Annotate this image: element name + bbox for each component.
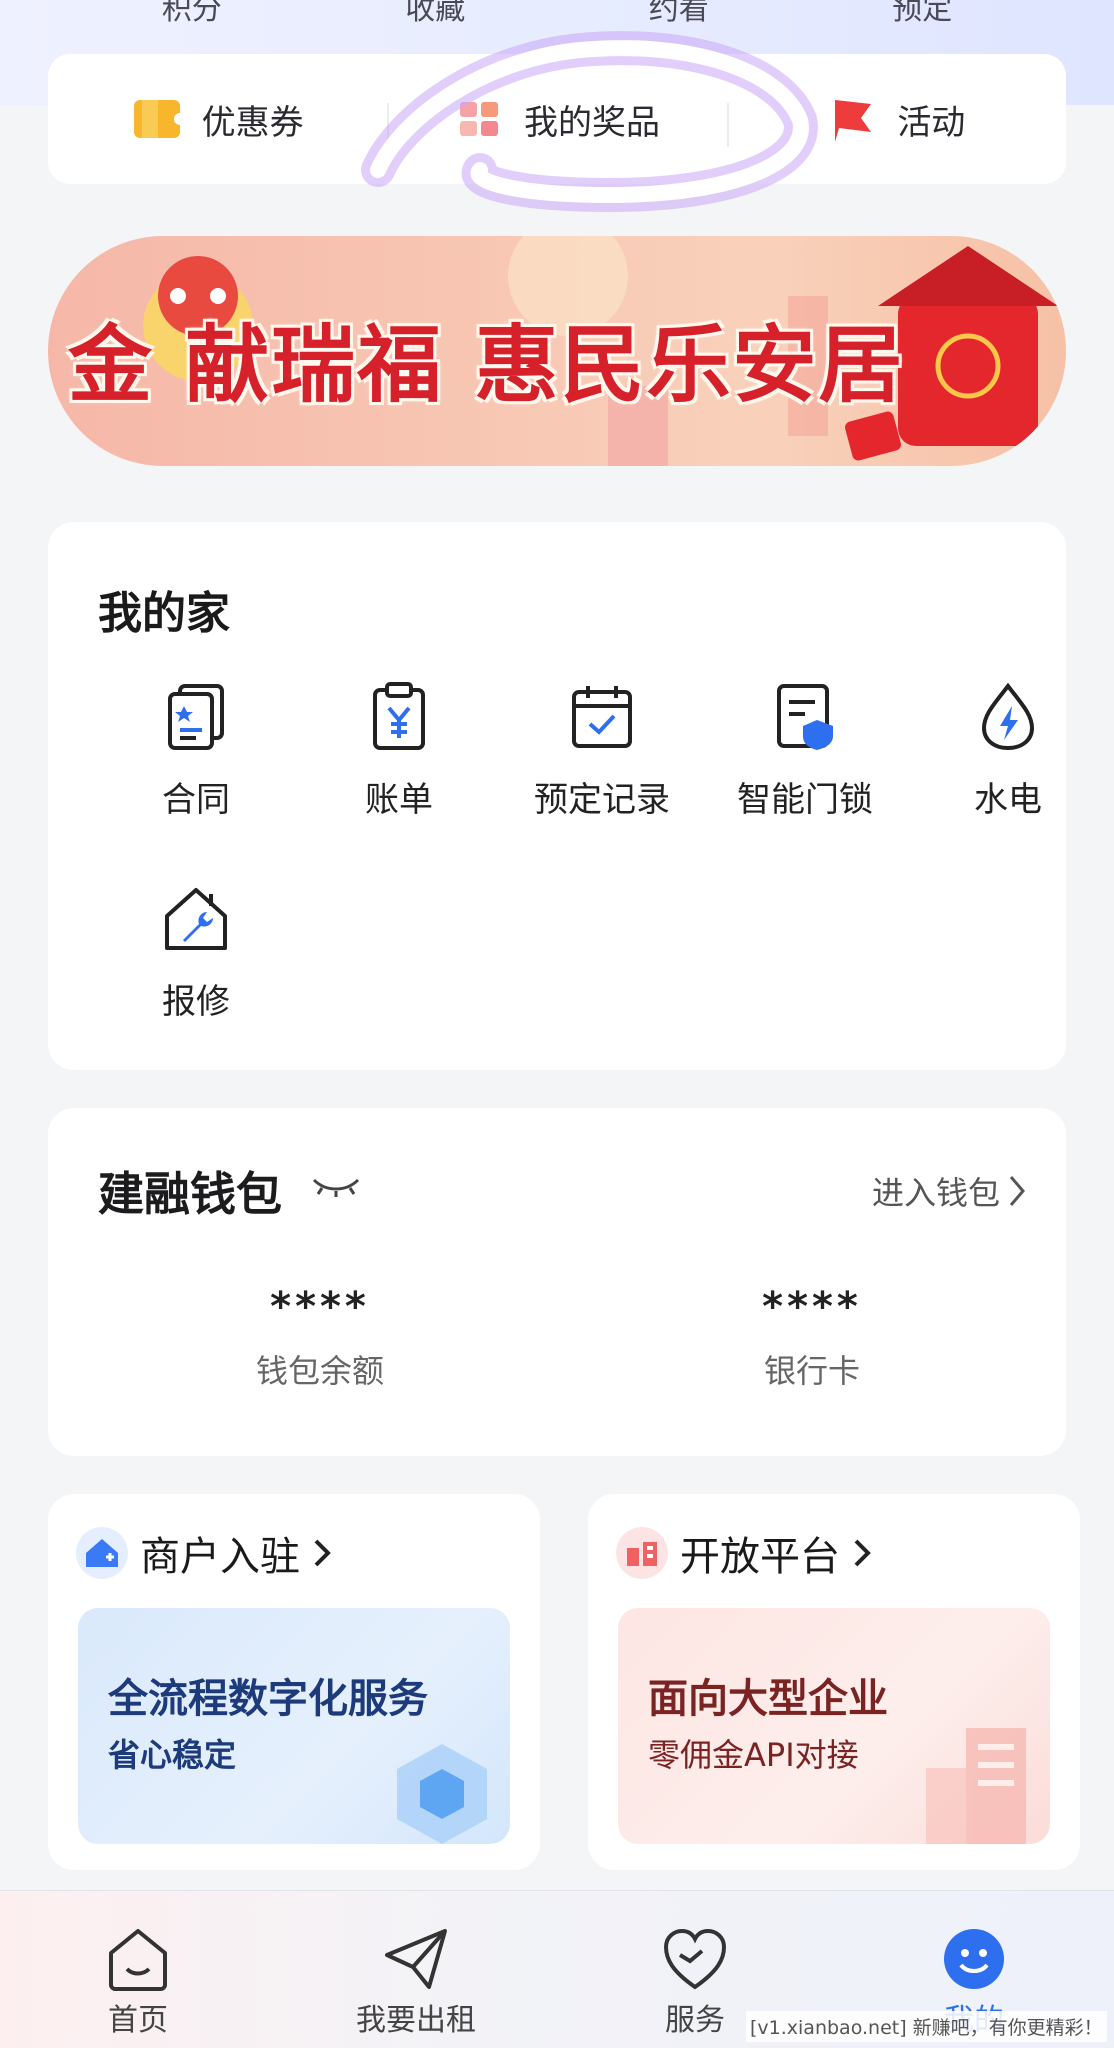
eye-closed-icon[interactable] [310,1174,362,1198]
open-platform-promo-main: 面向大型企业 [648,1676,888,1722]
repair-label: 报修 [162,982,230,1022]
tab-rent-out[interactable]: 我要出租 [316,1927,516,2039]
activity-button[interactable]: 活动 [726,95,1066,147]
contract-button[interactable]: 合同 [106,682,286,821]
open-platform-promo-panel[interactable]: 面向大型企业 零佣金API对接 [618,1608,1050,1844]
bill-icon [373,682,425,750]
wallet-balance-value: **** [270,1284,370,1330]
coupon-label: 优惠券 [201,102,304,143]
merchant-onboarding-title: 商户入驻 [140,1534,300,1580]
utility-button[interactable]: 水电 [918,682,1098,821]
merchant-onboarding-card[interactable]: 商户入驻 全流程数字化服务 省心稳定 [48,1494,540,1870]
smart-lock-label: 智能门锁 [737,780,873,820]
office-building-icon [926,1728,1026,1844]
tab-rent-out-label: 我要出租 [356,2003,476,2038]
coupon-icon [133,100,182,138]
tab-services-label: 服务 [665,2003,725,2038]
merchant-promo-main: 全流程数字化服务 [108,1676,428,1722]
wallet-card: 建融钱包 进入钱包 **** 钱包余额 **** 银行卡 [48,1108,1066,1456]
calendar-icon [572,686,632,748]
merchant-promo-sub: 省心稳定 [108,1736,237,1774]
open-platform-card[interactable]: 开放平台 面向大型企业 零佣金API对接 [588,1494,1080,1870]
smart-lock-icon [777,684,833,750]
my-home-title: 我的家 [98,588,230,639]
stat-favorites[interactable]: 收藏 [355,0,515,34]
open-platform-header[interactable]: 开放平台 [616,1524,872,1582]
enter-wallet-link[interactable]: 进入钱包 [872,1168,1026,1214]
repair-button[interactable]: 报修 [106,884,286,1023]
enter-wallet-label: 进入钱包 [871,1174,1000,1212]
building-icon [616,1527,668,1579]
chevron-right-icon [314,1539,331,1567]
bill-label: 账单 [365,780,433,820]
chevron-right-icon [854,1539,871,1567]
wallet-title: 建融钱包 [98,1167,282,1221]
coupon-button[interactable]: 优惠券 [48,95,387,144]
tab-home-label: 首页 [108,2003,168,2038]
merchant-promo-panel[interactable]: 全流程数字化服务 省心稳定 [78,1608,510,1844]
booking-records-button[interactable]: 预定记录 [512,682,692,821]
stats-row: 积分 收藏 约看 预定 [0,0,1114,34]
booking-records-label: 预定记录 [534,780,670,820]
send-icon [385,1929,447,1989]
wallet-balance-label[interactable]: 钱包余额 [200,1346,440,1392]
open-platform-title: 开放平台 [680,1534,840,1580]
watermark: [v1.xianbao.net] 新赚吧，有你更精彩！ [746,2011,1107,2042]
smart-lock-button[interactable]: 智能门锁 [715,682,895,821]
activity-label: 活动 [897,102,966,143]
prize-icon [459,102,498,136]
bank-card-value: **** [762,1284,862,1330]
profile-icon [944,1929,1004,1989]
merchant-onboarding-header[interactable]: 商户入驻 [76,1524,332,1582]
merchant-house-icon [76,1527,128,1579]
stat-bookings[interactable]: 预定 [842,0,1002,34]
flag-icon [835,100,872,142]
my-prizes-label: 我的奖品 [523,102,660,143]
heart-icon [663,1928,727,1990]
stat-points[interactable]: 积分 [112,0,272,34]
quick-bar: 优惠券 我的奖品 活动 [48,54,1066,184]
open-platform-promo-sub: 零佣金API对接 [648,1736,859,1774]
contract-label: 合同 [162,780,230,820]
home-icon [109,1929,167,1991]
tab-home[interactable]: 首页 [38,1927,238,2039]
chevron-right-icon [1009,1176,1025,1206]
contract-icon [168,684,224,750]
promo-banner[interactable]: 金 献瑞福 惠民乐安居 [48,236,1066,466]
bill-button[interactable]: 账单 [309,682,489,821]
utility-icon [981,682,1035,751]
cube-icon [397,1744,487,1844]
my-home-card: 我的家 合同 账单 预定记录 智能门锁 水电 报修 [48,522,1066,1070]
banner-title: 金 献瑞福 惠民乐安居 [68,316,905,414]
bank-card-label[interactable]: 银行卡 [692,1346,932,1392]
stat-viewings[interactable]: 约看 [599,0,759,34]
utility-label: 水电 [974,780,1042,820]
my-prizes-button[interactable]: 我的奖品 [387,95,726,147]
repair-icon [165,888,227,950]
